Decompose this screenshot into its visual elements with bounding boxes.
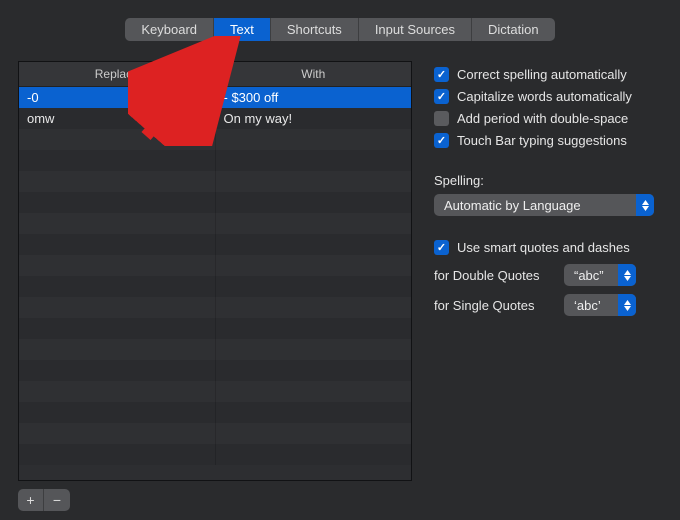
spelling-dropdown-value: Automatic by Language [444,198,581,213]
table-row[interactable]: omwOn my way! [19,108,411,129]
table-row[interactable] [19,339,411,360]
remove-button[interactable]: − [44,489,70,511]
table-row[interactable] [19,318,411,339]
cell-replace: -0 [19,87,216,108]
table-row[interactable] [19,213,411,234]
replacements-table: Replace ⌃ With -0- $300 offomwOn my way! [18,61,412,481]
spelling-section-label: Spelling: [434,173,662,188]
table-row[interactable] [19,360,411,381]
sort-indicator-icon: ⌃ [199,68,207,79]
tab-text[interactable]: Text [214,18,271,41]
checkbox-add-period[interactable] [434,111,449,126]
checkbox-touch-bar[interactable]: ✓ [434,133,449,148]
label-capitalize-words: Capitalize words automatically [457,89,632,104]
table-row[interactable] [19,381,411,402]
table-row[interactable] [19,297,411,318]
single-quotes-label: for Single Quotes [434,298,554,313]
label-touch-bar: Touch Bar typing suggestions [457,133,627,148]
table-row[interactable] [19,255,411,276]
double-quotes-value: “abc” [574,268,604,283]
table-row[interactable] [19,423,411,444]
table-row[interactable] [19,276,411,297]
column-header-replace[interactable]: Replace ⌃ [19,62,216,86]
table-row[interactable] [19,402,411,423]
cell-with: On my way! [216,108,412,129]
label-correct-spelling: Correct spelling automatically [457,67,627,82]
add-remove-group: + − [18,489,70,511]
table-row[interactable] [19,129,411,150]
checkbox-capitalize-words[interactable]: ✓ [434,89,449,104]
double-quotes-dropdown[interactable]: “abc” [564,264,636,286]
dropdown-caret-icon [636,194,654,216]
dropdown-caret-icon [618,264,636,286]
tab-shortcuts[interactable]: Shortcuts [271,18,359,41]
cell-replace: omw [19,108,216,129]
dropdown-caret-icon [618,294,636,316]
single-quotes-value: ‘abc’ [574,298,601,313]
column-header-with[interactable]: With [216,62,412,86]
tab-bar: Keyboard Text Shortcuts Input Sources Di… [0,0,680,41]
spelling-dropdown[interactable]: Automatic by Language [434,194,654,216]
table-row[interactable]: -0- $300 off [19,87,411,108]
tab-input-sources[interactable]: Input Sources [359,18,472,41]
checkbox-correct-spelling[interactable]: ✓ [434,67,449,82]
single-quotes-dropdown[interactable]: ‘abc’ [564,294,636,316]
add-button[interactable]: + [18,489,44,511]
table-row[interactable] [19,150,411,171]
label-smart-quotes: Use smart quotes and dashes [457,240,630,255]
table-row[interactable] [19,192,411,213]
label-add-period: Add period with double-space [457,111,628,126]
tab-keyboard[interactable]: Keyboard [125,18,214,41]
tab-dictation[interactable]: Dictation [472,18,555,41]
table-row[interactable] [19,171,411,192]
table-row[interactable] [19,444,411,465]
column-header-replace-label: Replace [95,67,139,81]
checkbox-smart-quotes[interactable]: ✓ [434,240,449,255]
table-body: -0- $300 offomwOn my way! [19,87,411,480]
cell-with: - $300 off [216,87,412,108]
double-quotes-label: for Double Quotes [434,268,554,283]
table-row[interactable] [19,234,411,255]
column-header-with-label: With [301,67,325,81]
